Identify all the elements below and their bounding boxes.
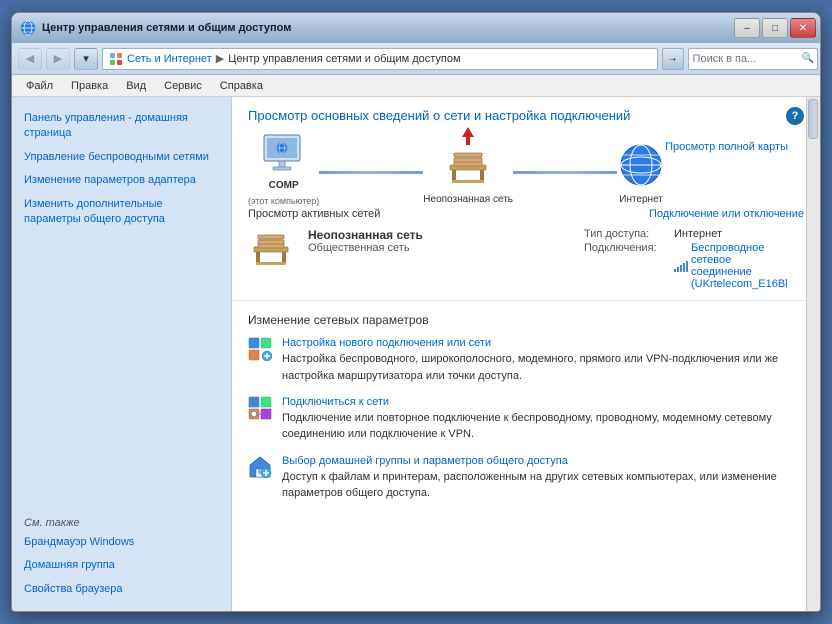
back-button[interactable]: ◀ xyxy=(18,48,42,70)
settings-desc-2: Подключение или повторное подключение к … xyxy=(282,412,772,440)
access-type-row: Тип доступа: Интернет xyxy=(584,228,804,240)
menu-service[interactable]: Сервис xyxy=(156,78,210,94)
sidebar-link-adapter[interactable]: Изменение параметров адаптера xyxy=(12,169,231,192)
network-bench-icon xyxy=(248,228,294,270)
main-header: Просмотр основных сведений о сети и наст… xyxy=(232,97,820,133)
menu-help[interactable]: Справка xyxy=(212,78,271,94)
main-window: Центр управления сетями и общим доступом… xyxy=(11,12,821,612)
settings-link-3[interactable]: Выбор домашней группы и параметров общег… xyxy=(282,455,804,467)
settings-item-2: Подключиться к сети Подключение или повт… xyxy=(232,392,820,451)
search-icon[interactable]: 🔍 xyxy=(802,53,814,64)
breadcrumb-current: Центр управления сетями и общим доступом xyxy=(228,53,460,65)
breadcrumb-bar: Сеть и Интернет ▶ Центр управления сетям… xyxy=(102,48,658,70)
diagram-computer-node: COMP (этот компьютер) xyxy=(248,133,319,206)
add-connection-icon xyxy=(248,337,272,361)
content-area: Панель управления - домашняя страница Уп… xyxy=(12,97,820,611)
diagram-internet-node: Интернет xyxy=(617,141,665,206)
sidebar-link-firewall[interactable]: Брандмауэр Windows xyxy=(12,531,231,554)
sidebar-link-wireless[interactable]: Управление беспроводными сетями xyxy=(12,146,231,169)
network-name: Неопознанная сеть xyxy=(308,228,570,242)
settings-text-2: Подключиться к сети Подключение или повт… xyxy=(282,396,804,443)
close-button[interactable]: ✕ xyxy=(790,18,816,38)
sidebar-link-homegroup[interactable]: Домашняя группа xyxy=(12,554,231,577)
settings-section-title: Изменение сетевых параметров xyxy=(232,305,820,333)
connections-value[interactable]: Беспроводноесетевоесоединение(UKrtelecom… xyxy=(691,242,788,290)
dropdown-button[interactable]: ▾ xyxy=(74,48,98,70)
settings-item-3: Выбор домашней группы и параметров общег… xyxy=(232,451,820,510)
menu-view[interactable]: Вид xyxy=(118,78,154,94)
computer-label: COMP xyxy=(269,179,299,192)
addressbar: ◀ ▶ ▾ Сеть и Интернет ▶ Центр управления… xyxy=(12,43,820,75)
window-controls: – □ ✕ xyxy=(734,18,816,38)
settings-text-1: Настройка нового подключения или сети На… xyxy=(282,337,804,384)
settings-desc-1: Настройка беспроводного, широкополосного… xyxy=(282,353,778,381)
see-also-label: См. также xyxy=(12,507,231,531)
sidebar-link-home[interactable]: Панель управления - домашняя страница xyxy=(12,107,231,146)
sidebar: Панель управления - домашняя страница Уп… xyxy=(12,97,232,611)
active-networks-title: Просмотр активных сетей xyxy=(248,208,380,220)
disconnect-link[interactable]: Подключение или отключение xyxy=(649,208,804,220)
bench-icon xyxy=(442,145,494,189)
menu-file[interactable]: Файл xyxy=(18,78,61,94)
go-button[interactable]: → xyxy=(662,48,684,70)
scrollbar-thumb[interactable] xyxy=(808,99,818,139)
settings-item-1: Настройка нового подключения или сети На… xyxy=(232,333,820,392)
maximize-button[interactable]: □ xyxy=(762,18,788,38)
network-type: Общественная сеть xyxy=(308,242,570,254)
search-input[interactable] xyxy=(688,48,818,70)
internet-label: Интернет xyxy=(619,193,663,206)
page-title: Просмотр основных сведений о сети и наст… xyxy=(248,107,630,125)
main-panel: Просмотр основных сведений о сети и наст… xyxy=(232,97,820,611)
sidebar-link-browser[interactable]: Свойства браузера xyxy=(12,578,231,601)
access-type-label: Тип доступа: xyxy=(584,228,674,240)
active-network-row: Неопознанная сеть Общественная сеть Тип … xyxy=(232,224,820,301)
window-title: Центр управления сетями и общим доступом xyxy=(42,22,291,34)
titlebar-left: Центр управления сетями и общим доступом xyxy=(20,20,291,36)
arrow-up-icon xyxy=(460,127,476,147)
menubar: Файл Правка Вид Сервис Справка xyxy=(12,75,820,97)
settings-text-3: Выбор домашней группы и параметров общег… xyxy=(282,455,804,502)
settings-link-1[interactable]: Настройка нового подключения или сети xyxy=(282,337,804,349)
connections-row: Подключения: Беспроводноесетевоесоединен… xyxy=(584,242,804,290)
view-full-map-link[interactable]: Просмотр полной карты xyxy=(665,141,788,153)
computer-sublabel: (этот компьютер) xyxy=(248,196,319,206)
network-line-2 xyxy=(513,171,617,174)
settings-link-2[interactable]: Подключиться к сети xyxy=(282,396,804,408)
connect-network-icon xyxy=(248,396,272,420)
minimize-button[interactable]: – xyxy=(734,18,760,38)
settings-desc-3: Доступ к файлам и принтерам, расположенн… xyxy=(282,471,777,499)
network-name-area: Неопознанная сеть Общественная сеть xyxy=(308,228,570,254)
scrollbar-track xyxy=(806,97,820,611)
computer-icon xyxy=(259,133,309,175)
controlpanel-icon xyxy=(109,52,123,66)
homegroup-icon xyxy=(248,455,272,479)
wifi-icon xyxy=(674,260,688,272)
network-info-right: Тип доступа: Интернет Подключения: xyxy=(584,228,804,292)
connections-label: Подключения: xyxy=(584,242,674,290)
titlebar: Центр управления сетями и общим доступом… xyxy=(12,13,820,43)
network-line-1 xyxy=(319,171,423,174)
menu-edit[interactable]: Правка xyxy=(63,78,116,94)
globe-icon xyxy=(617,141,665,189)
network-icon xyxy=(20,20,36,36)
forward-button[interactable]: ▶ xyxy=(46,48,70,70)
sidebar-link-sharing[interactable]: Изменить дополнительные параметры общего… xyxy=(12,193,231,232)
breadcrumb-link-1[interactable]: Сеть и Интернет xyxy=(127,53,212,65)
help-button[interactable]: ? xyxy=(786,107,804,125)
unknown-network-label: Неопознанная сеть xyxy=(423,193,513,206)
access-type-value: Интернет xyxy=(674,228,722,240)
diagram-network-node: Неопознанная сеть xyxy=(423,145,513,206)
